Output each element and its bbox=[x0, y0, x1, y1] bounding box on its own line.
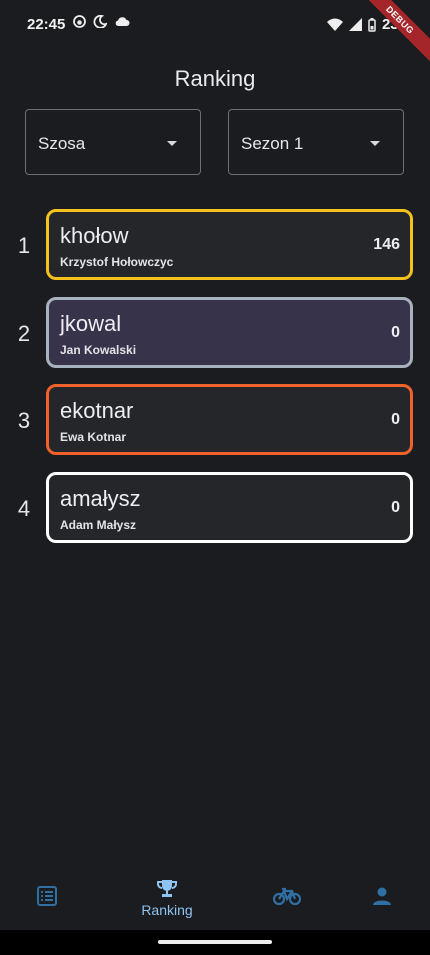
player-nick: jkowal bbox=[60, 311, 122, 336]
gesture-bar bbox=[0, 930, 430, 955]
nav-item-profile[interactable] bbox=[362, 872, 402, 930]
rank-number: 2 bbox=[17, 321, 31, 346]
player-points: 0 bbox=[391, 411, 400, 428]
moon-icon bbox=[93, 15, 107, 28]
ranking-card[interactable]: ekotnar Ewa Kotnar 0 bbox=[46, 384, 413, 455]
cloud-icon bbox=[115, 17, 130, 26]
rank-number: 1 bbox=[17, 233, 31, 258]
player-points: 0 bbox=[391, 324, 400, 341]
player-nick: khołow bbox=[60, 223, 129, 248]
status-bar: 22:45 23% DEBUG bbox=[0, 0, 430, 69]
status-icons-left bbox=[73, 15, 130, 28]
trophy-icon bbox=[157, 880, 177, 897]
bottom-navigation: Ranking bbox=[0, 872, 430, 930]
nav-item-ranking[interactable]: Ranking bbox=[127, 872, 207, 930]
gesture-handle[interactable] bbox=[158, 940, 272, 944]
player-name: Ewa Kotnar bbox=[60, 430, 127, 444]
player-points: 0 bbox=[391, 499, 400, 516]
list-icon bbox=[37, 886, 57, 906]
player-points: 146 bbox=[373, 236, 400, 253]
player-name: Adam Małysz bbox=[60, 518, 137, 532]
discipline-dropdown[interactable]: Szosa bbox=[25, 109, 201, 175]
battery-icon bbox=[368, 17, 376, 32]
ranking-card[interactable]: khołow Krzystof Hołowczyc 146 bbox=[46, 209, 413, 280]
ranking-card[interactable]: jkowal Jan Kowalski 0 bbox=[46, 297, 413, 368]
signal-icon bbox=[348, 18, 362, 31]
rank-number: 4 bbox=[17, 496, 31, 521]
player-name: Krzystof Hołowczyc bbox=[60, 255, 174, 269]
page-title: Ranking bbox=[174, 66, 256, 91]
dropdown-arrow-icon bbox=[370, 141, 380, 146]
bike-icon bbox=[273, 887, 301, 906]
player-nick: amałysz bbox=[60, 486, 141, 511]
debug-banner: DEBUG bbox=[351, 0, 430, 69]
wifi-icon bbox=[326, 18, 343, 31]
nav-item-list[interactable] bbox=[27, 872, 67, 930]
nav-item-bike[interactable] bbox=[267, 872, 307, 930]
season-dropdown-value: Sezon 1 bbox=[241, 134, 304, 153]
ranking-card[interactable]: amałysz Adam Małysz 0 bbox=[46, 472, 413, 543]
player-name: Jan Kowalski bbox=[60, 343, 137, 357]
rank-number: 3 bbox=[17, 408, 31, 433]
face-icon bbox=[73, 15, 86, 28]
discipline-dropdown-value: Szosa bbox=[38, 134, 86, 153]
person-icon bbox=[373, 887, 391, 905]
player-nick: ekotnar bbox=[60, 398, 134, 423]
season-dropdown[interactable]: Sezon 1 bbox=[228, 109, 404, 175]
nav-label-ranking: Ranking bbox=[141, 902, 193, 918]
status-time: 22:45 bbox=[27, 16, 66, 33]
dropdown-arrow-icon bbox=[167, 141, 177, 146]
